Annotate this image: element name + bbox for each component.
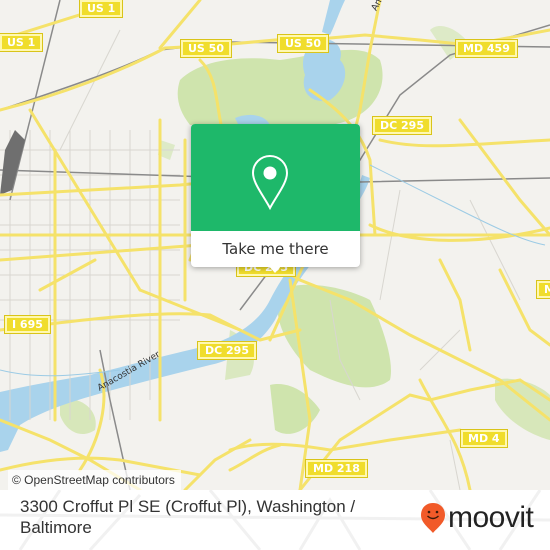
moovit-smiley-pin-icon (421, 503, 445, 533)
moovit-wordmark: moovit (448, 501, 534, 534)
popup-header (191, 124, 360, 231)
location-popup: Take me there (191, 124, 360, 273)
road-shield-dc-295: DC 295 (197, 341, 257, 360)
road-shield-md-218: MD 218 (305, 459, 368, 478)
footer-bar: 3300 Croffut Pl SE (Croffut Pl), Washing… (0, 490, 550, 550)
road-shield-md-459: MD 459 (455, 39, 518, 58)
road-shield-us-1: US 1 (0, 33, 44, 52)
rail-yard (0, 130, 25, 195)
take-me-there-button[interactable]: Take me there (191, 231, 360, 267)
road-shield-us-50: US 50 (277, 34, 329, 53)
road-shield-partial: M (536, 280, 550, 299)
map-attribution[interactable]: © OpenStreetMap contributors (8, 470, 181, 490)
road-shield-us-1: US 1 (78, 0, 124, 18)
road-shield-i-695: I 695 (4, 315, 51, 334)
road-shield-md-4: MD 4 (460, 429, 508, 448)
road-shield-dc-295: DC 295 (372, 116, 432, 135)
moovit-logo[interactable]: moovit (420, 501, 534, 534)
map-view[interactable]: US 1 US 1 US 50 US 50 MD 459 DC 295 DC 2… (0, 0, 550, 490)
popup-pointer (267, 264, 283, 273)
location-pin-icon (251, 154, 289, 210)
road-shield-us-50: US 50 (180, 39, 232, 58)
address-text: 3300 Croffut Pl SE (Croffut Pl), Washing… (20, 497, 356, 537)
